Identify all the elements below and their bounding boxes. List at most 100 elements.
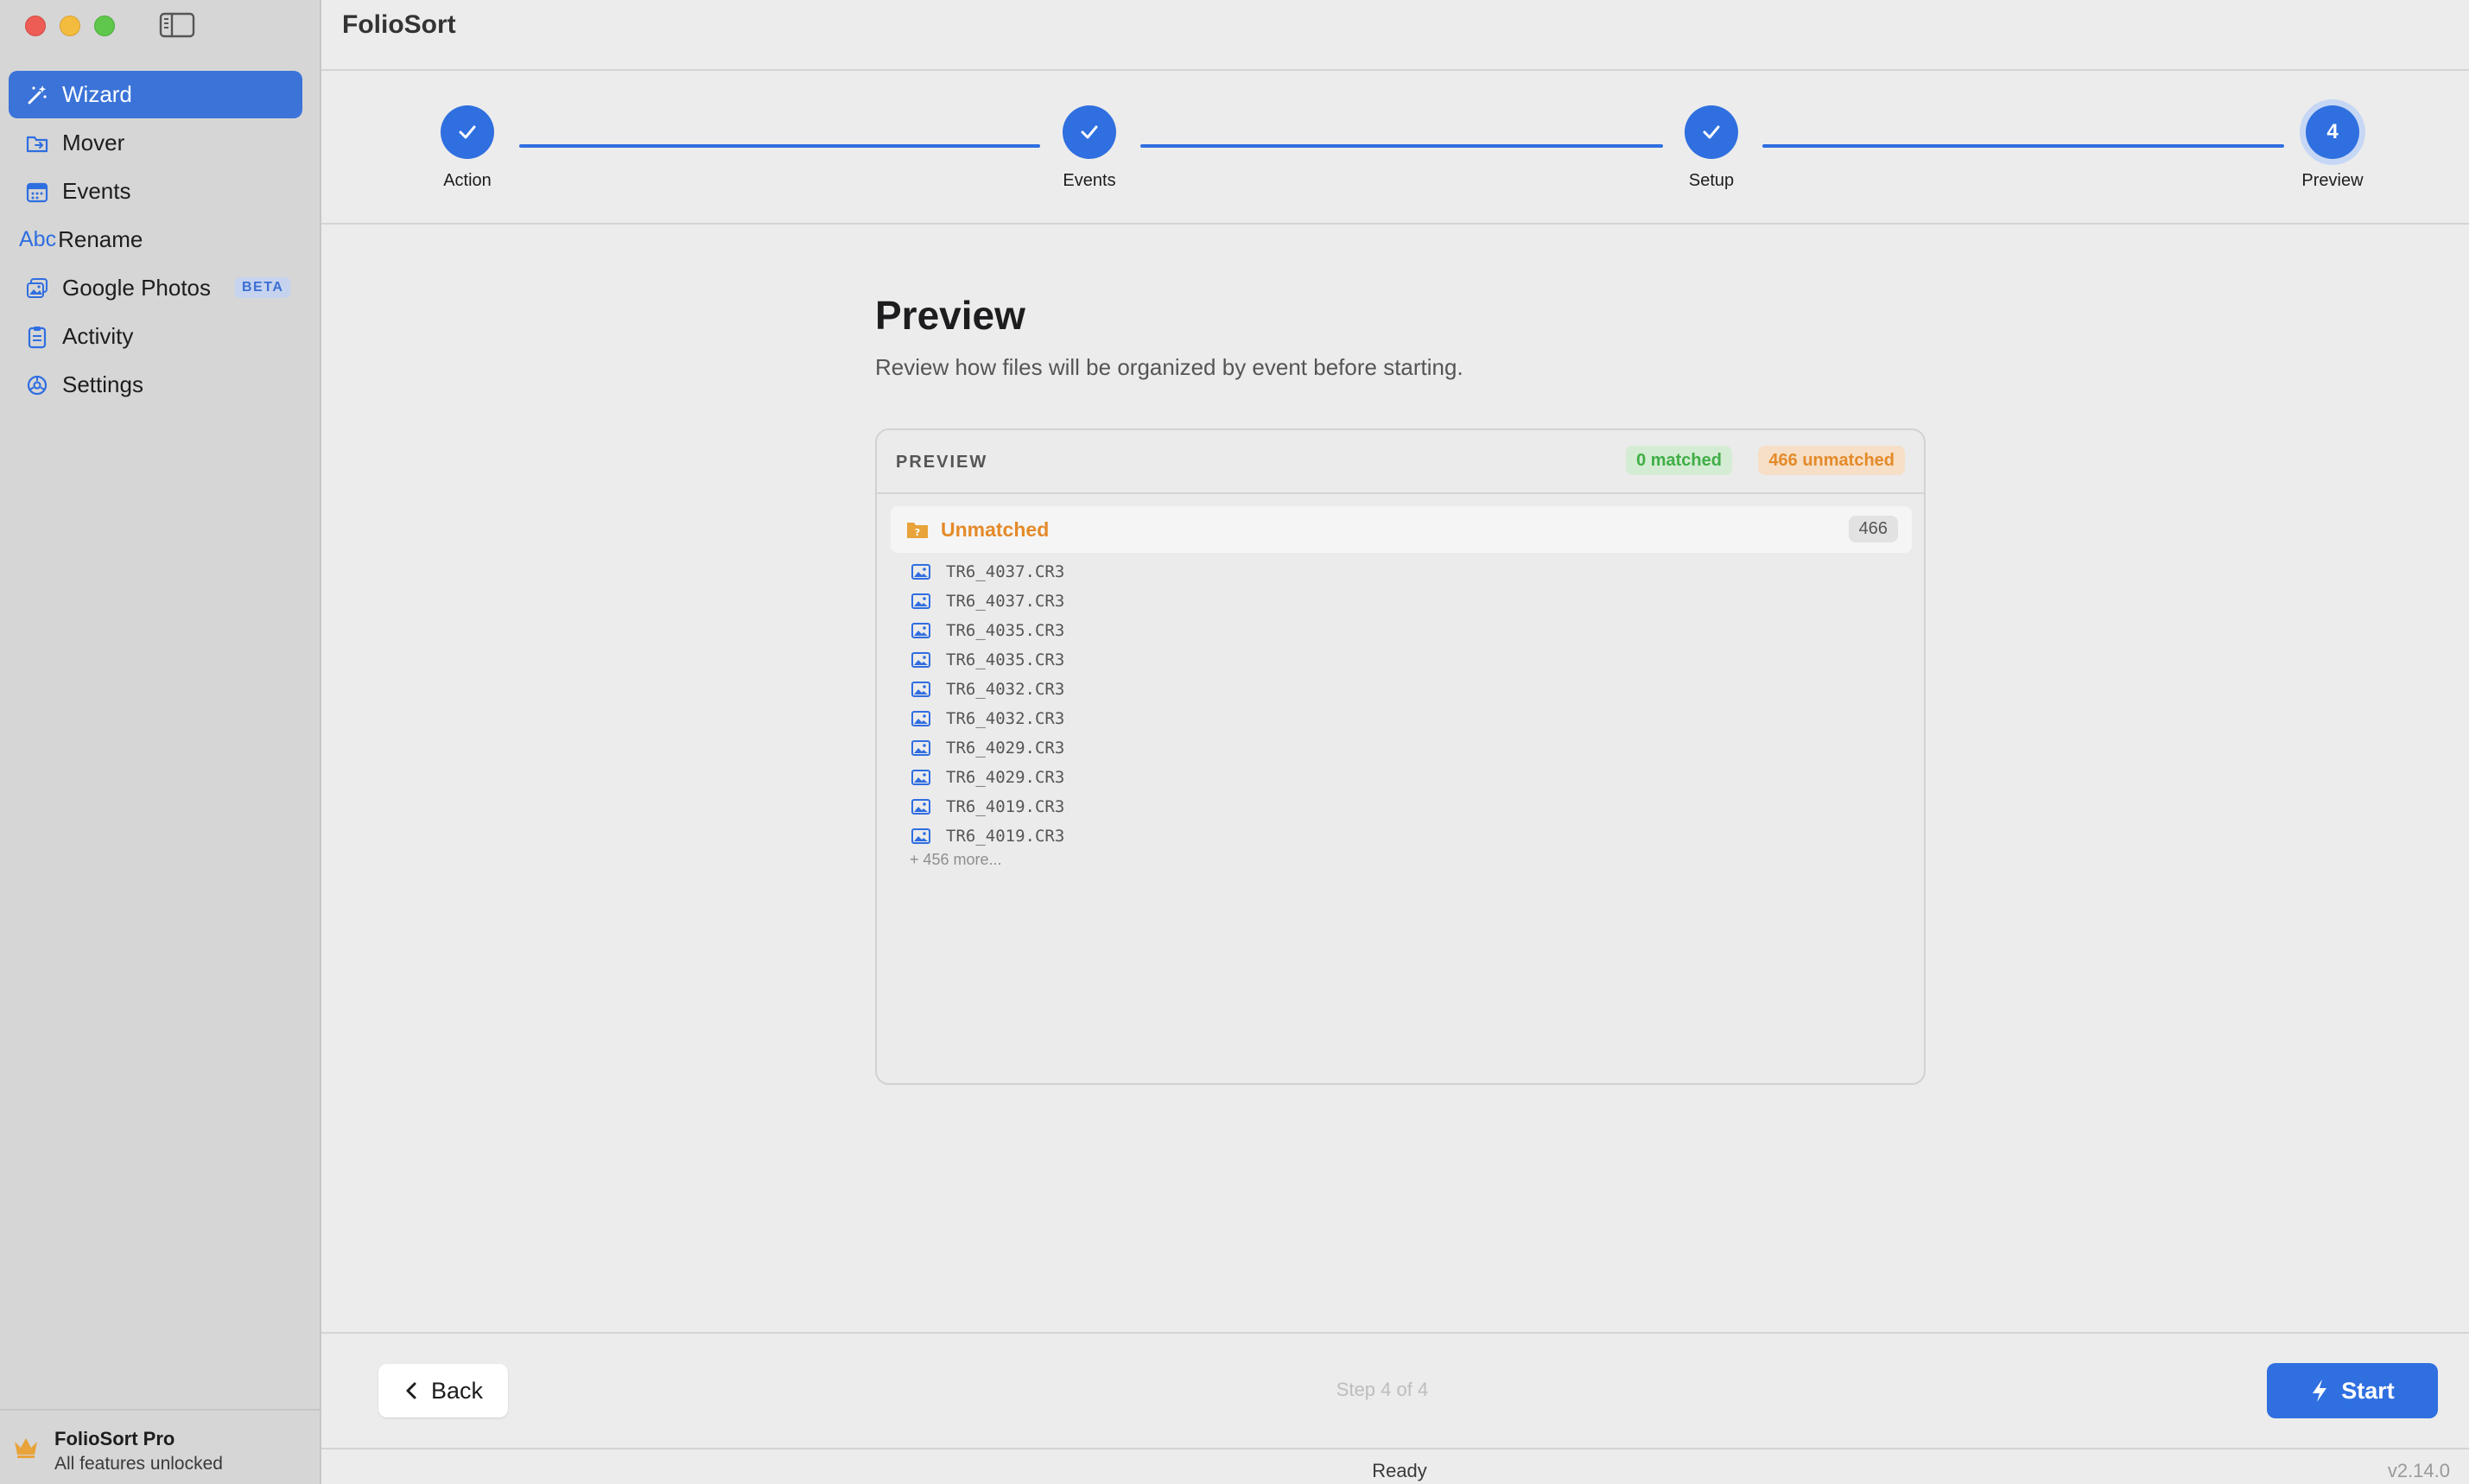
- folder-move-icon: [24, 130, 50, 156]
- group-label: Unmatched: [941, 518, 1050, 541]
- file-row: TR6_4035.CR3: [911, 616, 1064, 645]
- step-label: Action: [443, 171, 492, 190]
- start-button-label: Start: [2341, 1377, 2395, 1404]
- file-row: TR6_4019.CR3: [911, 821, 1064, 851]
- step-number: 4: [2306, 105, 2359, 159]
- file-row: TR6_4037.CR3: [911, 557, 1064, 587]
- file-name: TR6_4032.CR3: [946, 680, 1065, 699]
- check-icon: [1685, 105, 1738, 159]
- preview-panel: PREVIEW 0 matched 466 unmatched ? Unmatc…: [875, 428, 1926, 1085]
- unmatched-group-row[interactable]: ? Unmatched 466: [891, 506, 1912, 553]
- image-file-icon: [911, 564, 930, 580]
- abc-text-icon: Abc: [19, 227, 57, 251]
- sidebar-item-settings[interactable]: Settings: [9, 361, 302, 409]
- plan-title: FolioSort Pro: [54, 1428, 175, 1449]
- unmatched-badge: 466 unmatched: [1758, 446, 1905, 475]
- step-preview[interactable]: 4 Preview: [2263, 105, 2402, 191]
- image-file-icon: [911, 623, 930, 638]
- wizard-footer: Back Step 4 of 4 Start: [321, 1332, 2469, 1448]
- svg-text:?: ?: [915, 527, 920, 538]
- step-events[interactable]: Events: [1020, 105, 1158, 191]
- file-name: TR6_4037.CR3: [946, 562, 1065, 581]
- sidebar-item-wizard[interactable]: Wizard: [9, 71, 302, 118]
- file-row: TR6_4019.CR3: [911, 792, 1064, 821]
- preview-header: PREVIEW 0 matched 466 unmatched: [877, 430, 1924, 494]
- image-file-icon: [911, 711, 930, 726]
- more-files-label: + 456 more...: [910, 851, 1002, 868]
- matched-badge: 0 matched: [1626, 446, 1732, 475]
- image-file-icon: [911, 682, 930, 697]
- title-bar: FolioSort: [321, 0, 2469, 71]
- check-icon: [441, 105, 494, 159]
- sidebar-item-label: Rename: [58, 226, 143, 252]
- image-file-icon: [911, 652, 930, 668]
- status-text: Ready: [1372, 1460, 1427, 1481]
- file-row: TR6_4029.CR3: [911, 733, 1064, 763]
- file-name: TR6_4035.CR3: [946, 650, 1065, 669]
- image-file-icon: [911, 740, 930, 756]
- page-title: Preview: [875, 293, 1025, 338]
- close-window-button[interactable]: [25, 16, 46, 36]
- sidebar-toggle-icon[interactable]: [159, 12, 195, 38]
- magic-wand-icon: [24, 82, 50, 108]
- clipboard-icon: [24, 324, 50, 350]
- sidebar-item-mover[interactable]: Mover: [9, 119, 302, 167]
- sidebar-item-label: Settings: [62, 371, 143, 397]
- wizard-stepper: Action Events Setup 4 Preview: [321, 71, 2469, 225]
- page-subtitle: Review how files will be organized by ev…: [875, 354, 1463, 380]
- image-file-icon: [911, 593, 930, 609]
- photos-icon: [24, 276, 50, 301]
- file-row: TR6_4037.CR3: [911, 587, 1064, 616]
- file-name: TR6_4019.CR3: [946, 827, 1065, 846]
- step-action[interactable]: Action: [398, 105, 536, 191]
- sidebar-item-events[interactable]: Events: [9, 168, 302, 215]
- file-name: TR6_4029.CR3: [946, 768, 1065, 787]
- step-label: Events: [1063, 171, 1116, 190]
- step-indicator: Step 4 of 4: [1336, 1379, 1429, 1400]
- group-count-badge: 466: [1848, 516, 1898, 542]
- plan-subtitle: All features unlocked: [54, 1454, 223, 1474]
- sidebar-item-label: Google Photos: [62, 275, 212, 301]
- file-name: TR6_4032.CR3: [946, 709, 1065, 728]
- step-connector: [519, 144, 1040, 148]
- main-area: FolioSort Action Events Setup 4 Preview: [321, 0, 2469, 1484]
- sidebar-item-rename[interactable]: Abc Rename: [9, 216, 302, 263]
- file-list: TR6_4037.CR3 TR6_4037.CR3 TR6_4035.CR3 TR6_…: [911, 557, 1064, 851]
- file-name: TR6_4037.CR3: [946, 592, 1065, 611]
- step-label: Preview: [2301, 171, 2364, 190]
- file-row: TR6_4032.CR3: [911, 704, 1064, 733]
- file-row: TR6_4035.CR3: [911, 645, 1064, 675]
- sidebar-item-label: Events: [62, 178, 131, 204]
- sidebar: Wizard Mover Events Abc Rename Google Ph…: [0, 0, 321, 1484]
- crown-icon: [15, 1438, 37, 1458]
- version-label: v2.14.0: [2387, 1460, 2450, 1481]
- folder-question-icon: ?: [907, 523, 928, 538]
- sidebar-nav: Wizard Mover Events Abc Rename Google Ph…: [9, 71, 302, 409]
- sidebar-item-label: Mover: [62, 130, 125, 155]
- file-row: TR6_4032.CR3: [911, 675, 1064, 704]
- file-name: TR6_4029.CR3: [946, 739, 1065, 758]
- step-label: Setup: [1688, 171, 1735, 190]
- file-name: TR6_4035.CR3: [946, 621, 1065, 640]
- sidebar-item-activity[interactable]: Activity: [9, 313, 302, 360]
- beta-badge: BETA: [235, 277, 291, 298]
- preview-header-title: PREVIEW: [896, 453, 988, 472]
- zoom-window-button[interactable]: [94, 16, 115, 36]
- sidebar-item-label: Wizard: [62, 81, 132, 107]
- status-bar: Ready v2.14.0: [321, 1448, 2469, 1484]
- gear-icon: [24, 372, 50, 398]
- sidebar-item-google-photos[interactable]: Google Photos BETA: [9, 264, 302, 312]
- sidebar-item-label: Activity: [62, 323, 134, 349]
- step-setup[interactable]: Setup: [1642, 105, 1780, 191]
- image-file-icon: [911, 828, 930, 844]
- image-file-icon: [911, 799, 930, 815]
- calendar-icon: [24, 179, 50, 205]
- step-connector: [1762, 144, 2284, 148]
- minimize-window-button[interactable]: [60, 16, 80, 36]
- step-connector: [1140, 144, 1663, 148]
- start-button[interactable]: Start: [2267, 1363, 2438, 1418]
- file-name: TR6_4019.CR3: [946, 797, 1065, 816]
- bolt-icon: [2313, 1379, 2327, 1402]
- check-icon: [1063, 105, 1116, 159]
- image-file-icon: [911, 770, 930, 785]
